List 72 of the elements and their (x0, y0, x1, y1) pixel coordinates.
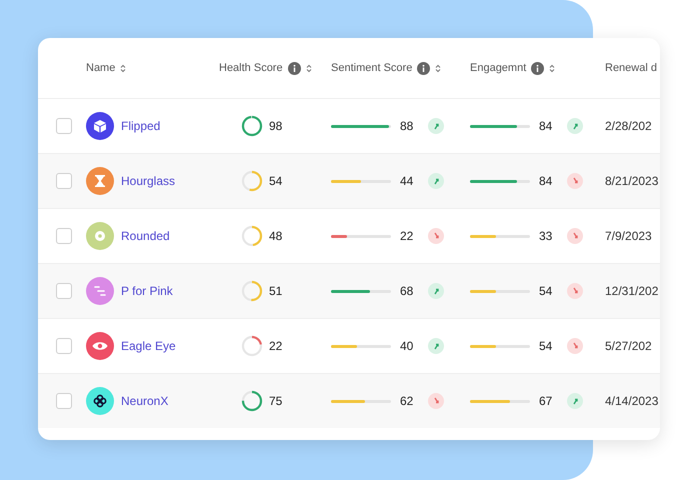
hourglass-icon (94, 174, 106, 188)
column-header[interactable]: Health Score (219, 62, 283, 74)
health-value: 98 (269, 119, 282, 133)
score-bar (470, 234, 530, 238)
score-value: 84 (539, 119, 554, 133)
score-value: 68 (400, 284, 414, 298)
health-ring (241, 390, 263, 412)
disc-icon (94, 230, 106, 242)
score-value: 54 (539, 284, 554, 298)
score-value: 40 (400, 339, 414, 353)
score-bar (331, 400, 391, 402)
score-bar (331, 234, 391, 238)
row-checkbox[interactable] (56, 173, 72, 189)
renewal-date: 8/21/2023 (605, 174, 660, 188)
sort-icon[interactable] (435, 64, 442, 72)
score-value: 44 (400, 174, 414, 188)
row-checkbox[interactable] (56, 228, 72, 244)
company-name-link[interactable]: Eagle Eye (121, 339, 176, 353)
score-bar (331, 344, 391, 348)
knot-icon (93, 394, 107, 408)
info-icon[interactable] (417, 62, 430, 74)
renewal-date: 4/14/2023 (605, 394, 660, 408)
dashes-icon (93, 285, 107, 297)
health-ring (241, 280, 263, 302)
score-value: 33 (539, 229, 554, 243)
company-name-link[interactable]: NeuronX (121, 394, 168, 408)
row-checkbox[interactable] (56, 283, 72, 299)
cube-icon (93, 119, 107, 133)
company-name-link[interactable]: Rounded (121, 229, 170, 243)
score-value: 22 (400, 229, 414, 243)
score-value: 62 (400, 394, 414, 408)
company-name-link[interactable]: Hourglass (121, 174, 176, 188)
health-ring (241, 225, 263, 247)
health-value: 48 (269, 229, 282, 243)
eye-icon (92, 341, 108, 351)
health-ring (241, 335, 263, 357)
score-bar (470, 400, 530, 402)
score-bar (470, 344, 530, 348)
renewal-date: 2/28/202 (605, 119, 653, 133)
column-header: Renewal d (605, 62, 657, 74)
score-value: 54 (539, 339, 554, 353)
sort-icon[interactable] (306, 64, 312, 72)
renewal-date: 5/27/202 (605, 339, 653, 353)
score-value: 67 (539, 394, 554, 408)
row-checkbox[interactable] (56, 338, 72, 354)
column-header[interactable]: Engagemnt (470, 62, 526, 74)
health-value: 54 (269, 174, 282, 188)
score-value: 84 (539, 174, 554, 188)
company-name-link[interactable]: Flipped (121, 119, 160, 133)
column-header[interactable]: Sentiment Score (331, 62, 412, 74)
score-bar (331, 180, 391, 182)
score-bar (331, 124, 391, 128)
column-header[interactable]: Name (86, 62, 116, 74)
row-checkbox[interactable] (56, 393, 72, 409)
score-value: 88 (400, 119, 414, 133)
score-bar (470, 290, 530, 292)
renewal-date: 12/31/202 (605, 284, 660, 298)
renewal-date: 7/9/2023 (605, 229, 653, 243)
health-ring (241, 170, 263, 192)
score-bar (470, 124, 530, 128)
sort-icon[interactable] (120, 64, 126, 72)
health-value: 22 (269, 339, 282, 353)
health-value: 75 (269, 394, 282, 408)
row-checkbox[interactable] (56, 118, 72, 134)
health-value: 51 (269, 284, 282, 298)
score-bar (470, 180, 530, 182)
score-bar (331, 290, 391, 292)
info-icon[interactable] (531, 62, 544, 74)
company-name-link[interactable]: P for Pink (121, 284, 173, 298)
info-icon[interactable] (288, 62, 301, 74)
sort-icon[interactable] (549, 64, 556, 72)
health-ring (241, 115, 263, 137)
